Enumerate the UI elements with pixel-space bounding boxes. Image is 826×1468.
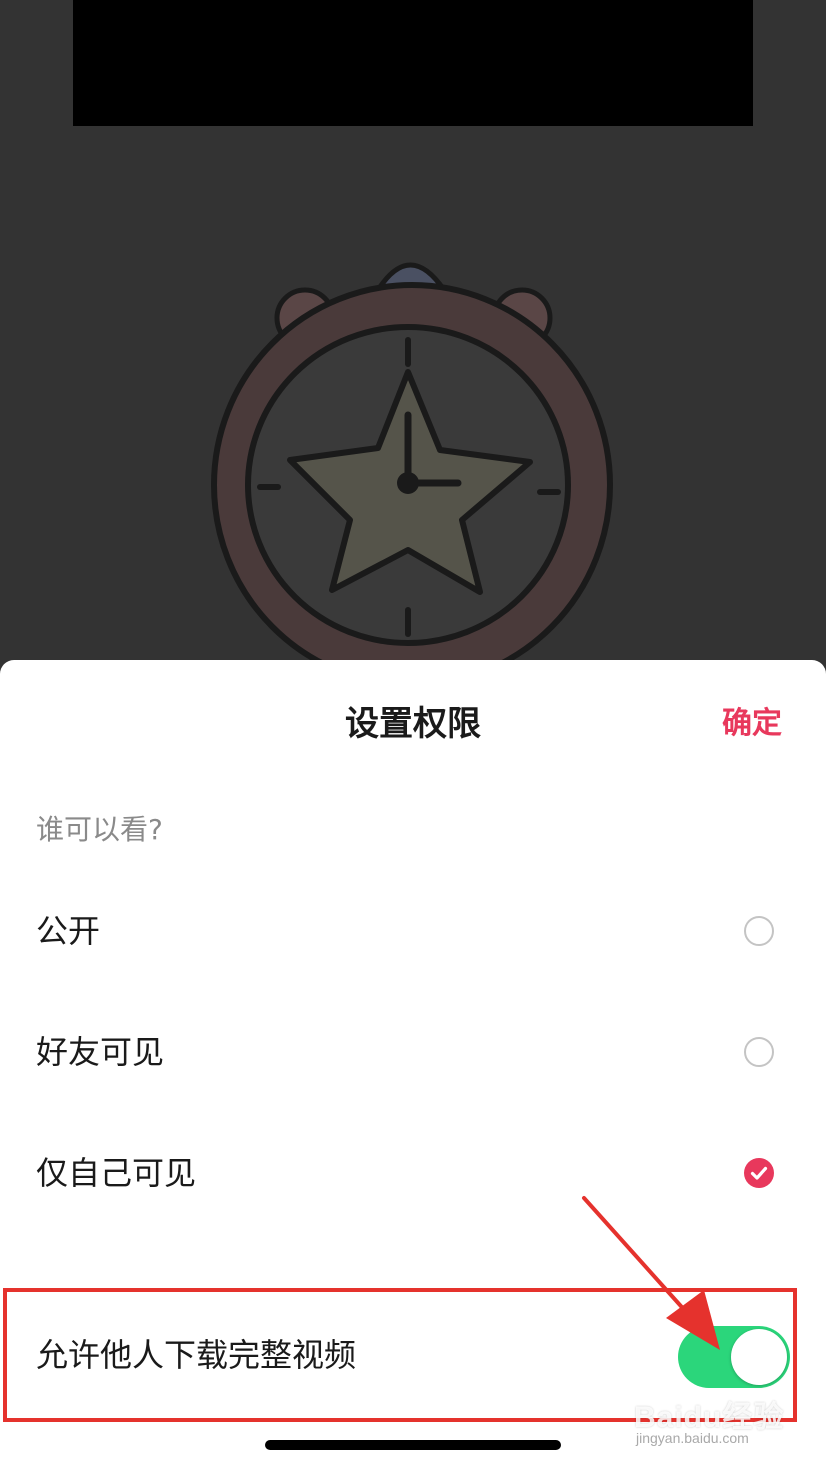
screen: 设置权限 确定 谁可以看? 公开 好友可见 仅自己可见 允许他人下载完整视频 B… xyxy=(0,0,826,1468)
download-setting-label: 允许他人下载完整视频 xyxy=(36,1336,357,1374)
option-label: 公开 xyxy=(36,912,101,950)
who-can-view-label: 谁可以看? xyxy=(36,813,163,846)
option-label: 好友可见 xyxy=(36,1033,165,1071)
option-public[interactable]: 公开 xyxy=(0,876,826,986)
dimmed-backdrop[interactable] xyxy=(0,0,826,680)
option-friends[interactable]: 好友可见 xyxy=(0,997,826,1107)
confirm-button[interactable]: 确定 xyxy=(722,700,782,748)
download-toggle[interactable] xyxy=(678,1326,790,1388)
empty-circle-icon[interactable] xyxy=(744,916,774,946)
toggle-knob xyxy=(731,1329,787,1385)
download-setting-row: 允许他人下载完整视频 xyxy=(0,1290,826,1420)
alarm-clock-illustration xyxy=(211,262,613,680)
option-label: 仅自己可见 xyxy=(36,1154,197,1192)
checkmark-circle-icon[interactable] xyxy=(744,1158,774,1188)
empty-circle-icon[interactable] xyxy=(744,1037,774,1067)
option-private[interactable]: 仅自己可见 xyxy=(0,1118,826,1228)
home-indicator[interactable] xyxy=(265,1440,561,1450)
sheet-title: 设置权限 xyxy=(345,704,481,744)
video-preview xyxy=(73,0,753,126)
